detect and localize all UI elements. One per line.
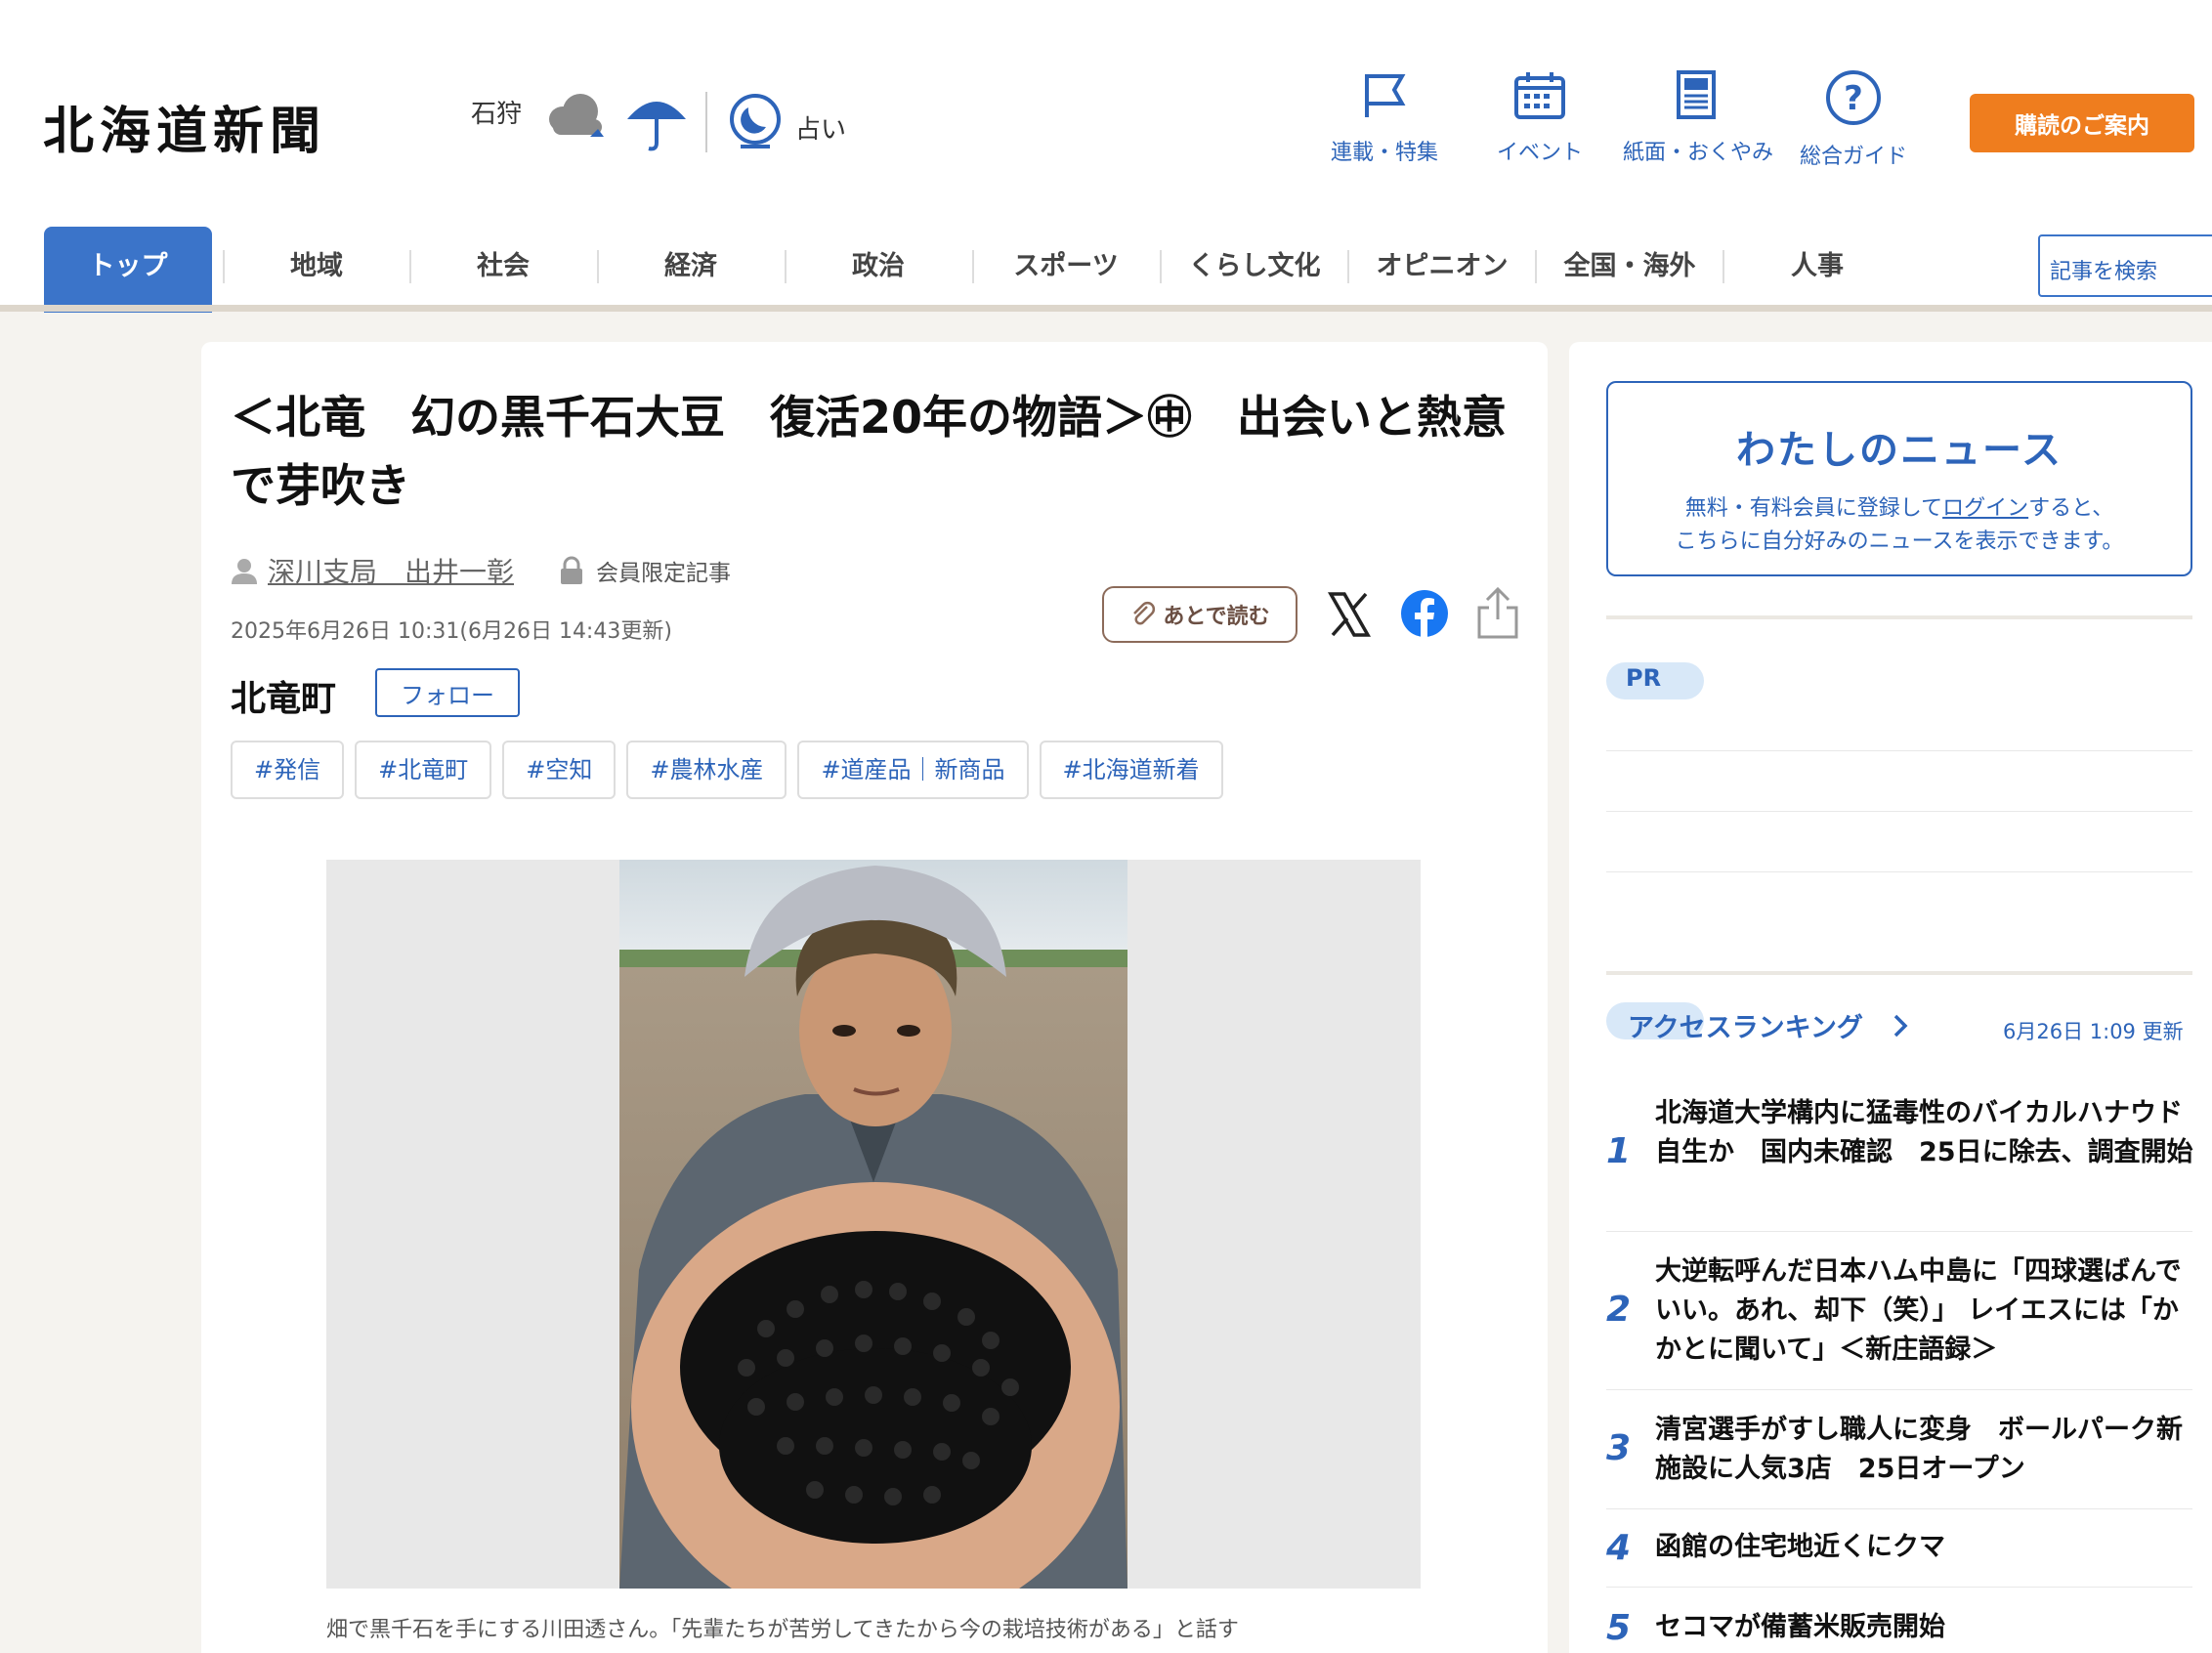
author-link[interactable]: 深川支局 出井一彰 [268, 551, 514, 590]
tab-economy[interactable]: 経済 [599, 227, 783, 307]
divider [1606, 971, 2192, 975]
divider [1606, 1231, 2192, 1232]
ranking-updated: 6月26日 1:09 更新 [2003, 1020, 2184, 1043]
rank-title: 函館の住宅地近くにクマ [1655, 1532, 1945, 1562]
rank-number: 4 [1606, 1528, 1632, 1568]
nav-series[interactable]: 連載・特集 [1311, 68, 1458, 166]
site-header: 北海道新聞 石狩 占い 連載・特集 イベント 紙面・おくやみ ? 総合ガイド 購… [0, 0, 2212, 227]
login-link[interactable]: ログイン [1942, 496, 2028, 521]
tab-lifestyle[interactable]: くらし文化 [1162, 227, 1347, 307]
area-name[interactable]: 北竜町 [231, 670, 336, 721]
facebook-share-icon[interactable] [1399, 588, 1450, 639]
tag-item[interactable]: #農林水産 [626, 741, 787, 799]
tag-item[interactable]: #北竜町 [355, 741, 492, 799]
rank-number: 5 [1606, 1608, 1632, 1648]
share-icon[interactable] [1475, 586, 1520, 641]
nav-guide-label: 総合ガイド [1799, 145, 1907, 169]
newspaper-icon [1677, 70, 1716, 119]
tab-opinion[interactable]: オピニオン [1349, 227, 1535, 307]
person-icon [232, 559, 257, 584]
my-news-text-1: 無料・有料会員に登録して [1684, 496, 1943, 521]
my-news-text-2: すると、 [2028, 496, 2114, 521]
follow-button[interactable]: フォロー [375, 668, 520, 717]
site-logo[interactable]: 北海道新聞 [43, 90, 326, 163]
photo-caption: 畑で黒千石を手にする川田透さん。「先輩たちが苦労してきたから今の栽培技術がある」… [326, 1618, 1239, 1642]
divider [1606, 1508, 2192, 1509]
tag-list: #発信 #北竜町 #空知 #農林水産 #道産品｜新商品 #北海道新着 [231, 741, 1223, 799]
nav-events-label: イベント [1496, 141, 1583, 165]
flag-icon [1365, 74, 1406, 117]
chevron-right-icon[interactable] [1892, 1012, 1911, 1039]
nav-paper[interactable]: 紙面・おくやみ [1623, 68, 1774, 166]
my-news-title: わたしのニュース [1736, 428, 2063, 473]
ranking-item[interactable]: 2 大逆転呼んだ日本ハム中島に「四球選ばんでいい。あれ、却下（笑）」 レイエスに… [1606, 1252, 2192, 1399]
rank-number: 3 [1606, 1428, 1632, 1468]
divider [1606, 615, 2192, 619]
divider [1606, 1587, 2192, 1588]
divider [1606, 1389, 2192, 1390]
nav-guide[interactable]: ? 総合ガイド [1780, 68, 1927, 170]
byline: 深川支局 出井一彰 会員限定記事 [231, 551, 731, 590]
ranking-title[interactable]: アクセスランキング [1628, 1006, 1863, 1044]
publish-date: 2025年6月26日 10:31(6月26日 14:43更新) [231, 619, 672, 644]
category-nav: トップ 地域 社会 経済 政治 スポーツ くらし文化 オピニオン 全国・海外 人… [0, 227, 2212, 313]
nav-underline [0, 305, 2212, 312]
umbrella-icon[interactable] [623, 90, 690, 152]
tab-society[interactable]: 社会 [411, 227, 595, 307]
ranking-item[interactable]: 5 セコマが備蓄米販売開始 [1606, 1608, 2192, 1653]
ranking-item[interactable]: 3 清宮選手がすし職人に変身 ボールパーク新施設に人気3店 25日オープン [1606, 1411, 2192, 1508]
search-input[interactable]: 記事を検索 [2038, 234, 2212, 297]
nav-events[interactable]: イベント [1467, 68, 1613, 166]
read-later-label: あとで読む [1163, 605, 1270, 629]
article-photo[interactable] [619, 860, 1127, 1589]
tag-item[interactable]: #北海道新着 [1039, 741, 1223, 799]
divider [1606, 811, 2192, 812]
article-panel: ＜北竜 幻の黒千石大豆 復活20年の物語＞㊥ 出会いと熱意で芽吹き 深川支局 出… [201, 342, 1548, 1653]
tag-item[interactable]: #道産品｜新商品 [797, 741, 1029, 799]
nav-paper-label: 紙面・おくやみ [1623, 141, 1774, 165]
paperclip-icon [1133, 601, 1156, 625]
tab-national[interactable]: 全国・海外 [1537, 227, 1723, 307]
nav-series-label: 連載・特集 [1330, 141, 1438, 165]
rank-number: 2 [1606, 1290, 1632, 1330]
lock-icon [561, 556, 583, 584]
ranking-item[interactable]: 1 北海道大学構内に猛毒性のバイカルハナウド自生か 国内未確認 25日に除去、調… [1606, 1094, 2193, 1241]
rank-title: 北海道大学構内に猛毒性のバイカルハナウド自生か 国内未確認 25日に除去、調査開… [1655, 1098, 2193, 1167]
rank-title: セコマが備蓄米販売開始 [1655, 1612, 1945, 1642]
my-news-text-3: こちらに自分好みのニュースを表示できます。 [1675, 530, 2124, 554]
subscribe-button[interactable]: 購読のご案内 [1970, 94, 2194, 152]
fortune-label[interactable]: 占い [795, 109, 846, 146]
divider [1606, 871, 2192, 872]
x-share-icon[interactable] [1327, 590, 1372, 639]
tab-personnel[interactable]: 人事 [1724, 227, 1910, 307]
ranking-item[interactable]: 4 函館の住宅地近くにクマ [1606, 1528, 2192, 1587]
member-only-label: 会員限定記事 [596, 561, 732, 586]
tag-item[interactable]: #発信 [231, 741, 345, 799]
tab-politics[interactable]: 政治 [787, 227, 970, 307]
cloud-icon[interactable] [547, 90, 610, 143]
article-title: ＜北竜 幻の黒千石大豆 復活20年の物語＞㊥ 出会いと熱意で芽吹き [231, 391, 1508, 512]
sidebar: わたしのニュース 無料・有料会員に登録してログインすると、 こちらに自分好みのニ… [1569, 342, 2212, 1653]
rank-title: 大逆転呼んだ日本ハム中島に「四球選ばんでいい。あれ、却下（笑）」 レイエスには「… [1655, 1256, 2182, 1365]
divider [1606, 750, 2192, 751]
calendar-icon [1514, 72, 1565, 119]
tab-region[interactable]: 地域 [225, 227, 408, 307]
tab-top[interactable]: トップ [44, 227, 212, 313]
rank-number: 1 [1606, 1131, 1632, 1171]
photo-container [326, 860, 1421, 1589]
fortune-icon[interactable] [727, 92, 784, 152]
weather-region[interactable]: 石狩 [471, 94, 522, 130]
svg-text:?: ? [1844, 79, 1863, 118]
question-icon: ? [1826, 70, 1881, 125]
my-news-box: わたしのニュース 無料・有料会員に登録してログインすると、 こちらに自分好みのニ… [1606, 381, 2192, 576]
my-news-text: 無料・有料会員に登録してログインすると、 こちらに自分好みのニュースを表示できま… [1608, 492, 2191, 559]
tab-sports[interactable]: スポーツ [974, 227, 1158, 307]
read-later-button[interactable]: あとで読む [1102, 586, 1297, 643]
tag-item[interactable]: #空知 [502, 741, 617, 799]
rank-title: 清宮選手がすし職人に変身 ボールパーク新施設に人気3店 25日オープン [1655, 1415, 2183, 1484]
divider [705, 92, 707, 152]
pr-badge: PR [1606, 662, 1704, 699]
